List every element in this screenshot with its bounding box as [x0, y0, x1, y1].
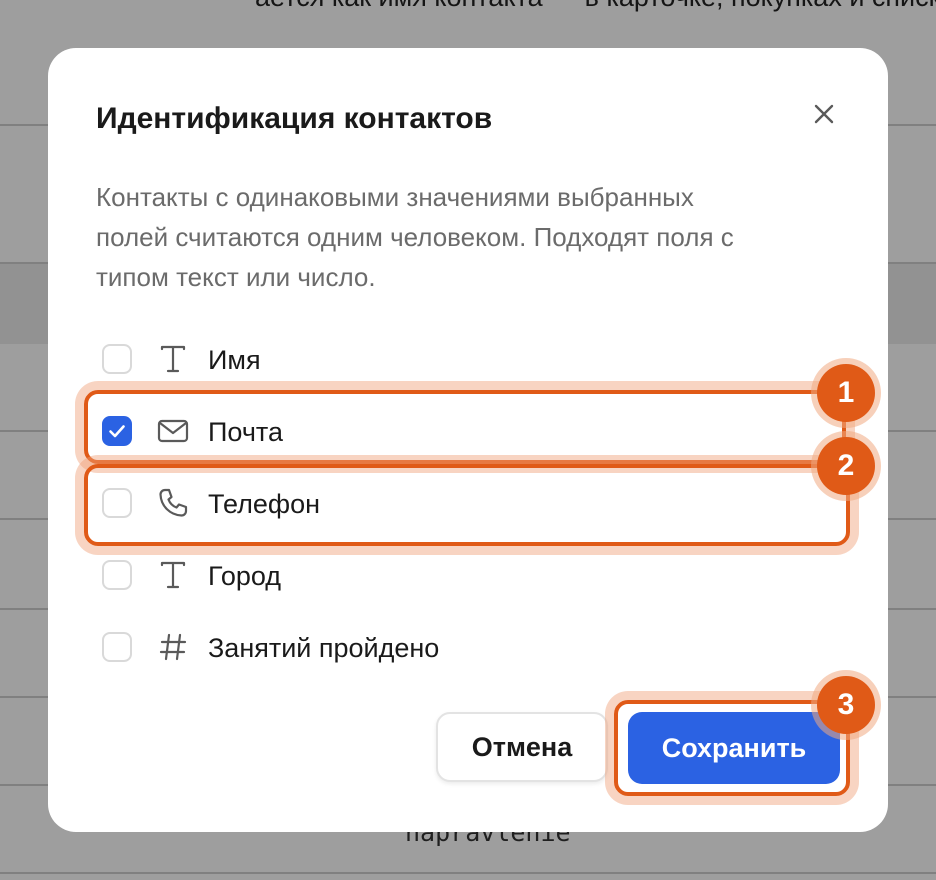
field-option-city[interactable]: Город	[102, 558, 802, 598]
checkmark-icon	[109, 425, 125, 438]
text-type-icon	[160, 345, 186, 373]
text-type-icon	[160, 561, 186, 589]
description-line: типом текст или число.	[96, 262, 376, 292]
field-option-name[interactable]: Имя	[102, 342, 802, 382]
step-badge: 1	[817, 364, 875, 422]
field-option-lessons-completed[interactable]: Занятий пройдено	[102, 630, 802, 670]
field-label: Занятий пройдено	[208, 633, 440, 663]
dialog-description: Контакты с одинаковыми значениями выбран…	[96, 177, 856, 297]
cancel-button[interactable]: Отмена	[436, 712, 608, 782]
close-button[interactable]	[808, 98, 840, 130]
field-label: Почта	[208, 417, 283, 447]
field-label: Телефон	[208, 489, 321, 519]
contact-identification-dialog: Идентификация контактов Контакты с одина…	[48, 48, 888, 832]
mail-icon	[157, 419, 189, 443]
checkbox[interactable]	[102, 632, 132, 662]
description-line: полей считаются одним человеком. Подходя…	[96, 222, 734, 252]
field-label: Город	[208, 561, 282, 591]
field-option-phone[interactable]: Телефон	[102, 486, 802, 526]
step-badge: 3	[817, 676, 875, 734]
checkbox[interactable]	[102, 488, 132, 518]
field-label: Имя	[208, 345, 261, 375]
dialog-title: Идентификация контактов	[96, 102, 493, 135]
checkbox-checked[interactable]	[102, 416, 132, 446]
phone-icon	[159, 488, 188, 517]
number-type-icon	[159, 633, 187, 661]
description-line: Контакты с одинаковыми значениями выбран…	[96, 182, 694, 212]
field-option-email[interactable]: Почта	[102, 414, 802, 454]
step-badge: 2	[817, 437, 875, 495]
checkbox[interactable]	[102, 344, 132, 374]
save-button[interactable]: Сохранить	[628, 712, 840, 784]
checkbox[interactable]	[102, 560, 132, 590]
close-icon	[814, 104, 834, 124]
